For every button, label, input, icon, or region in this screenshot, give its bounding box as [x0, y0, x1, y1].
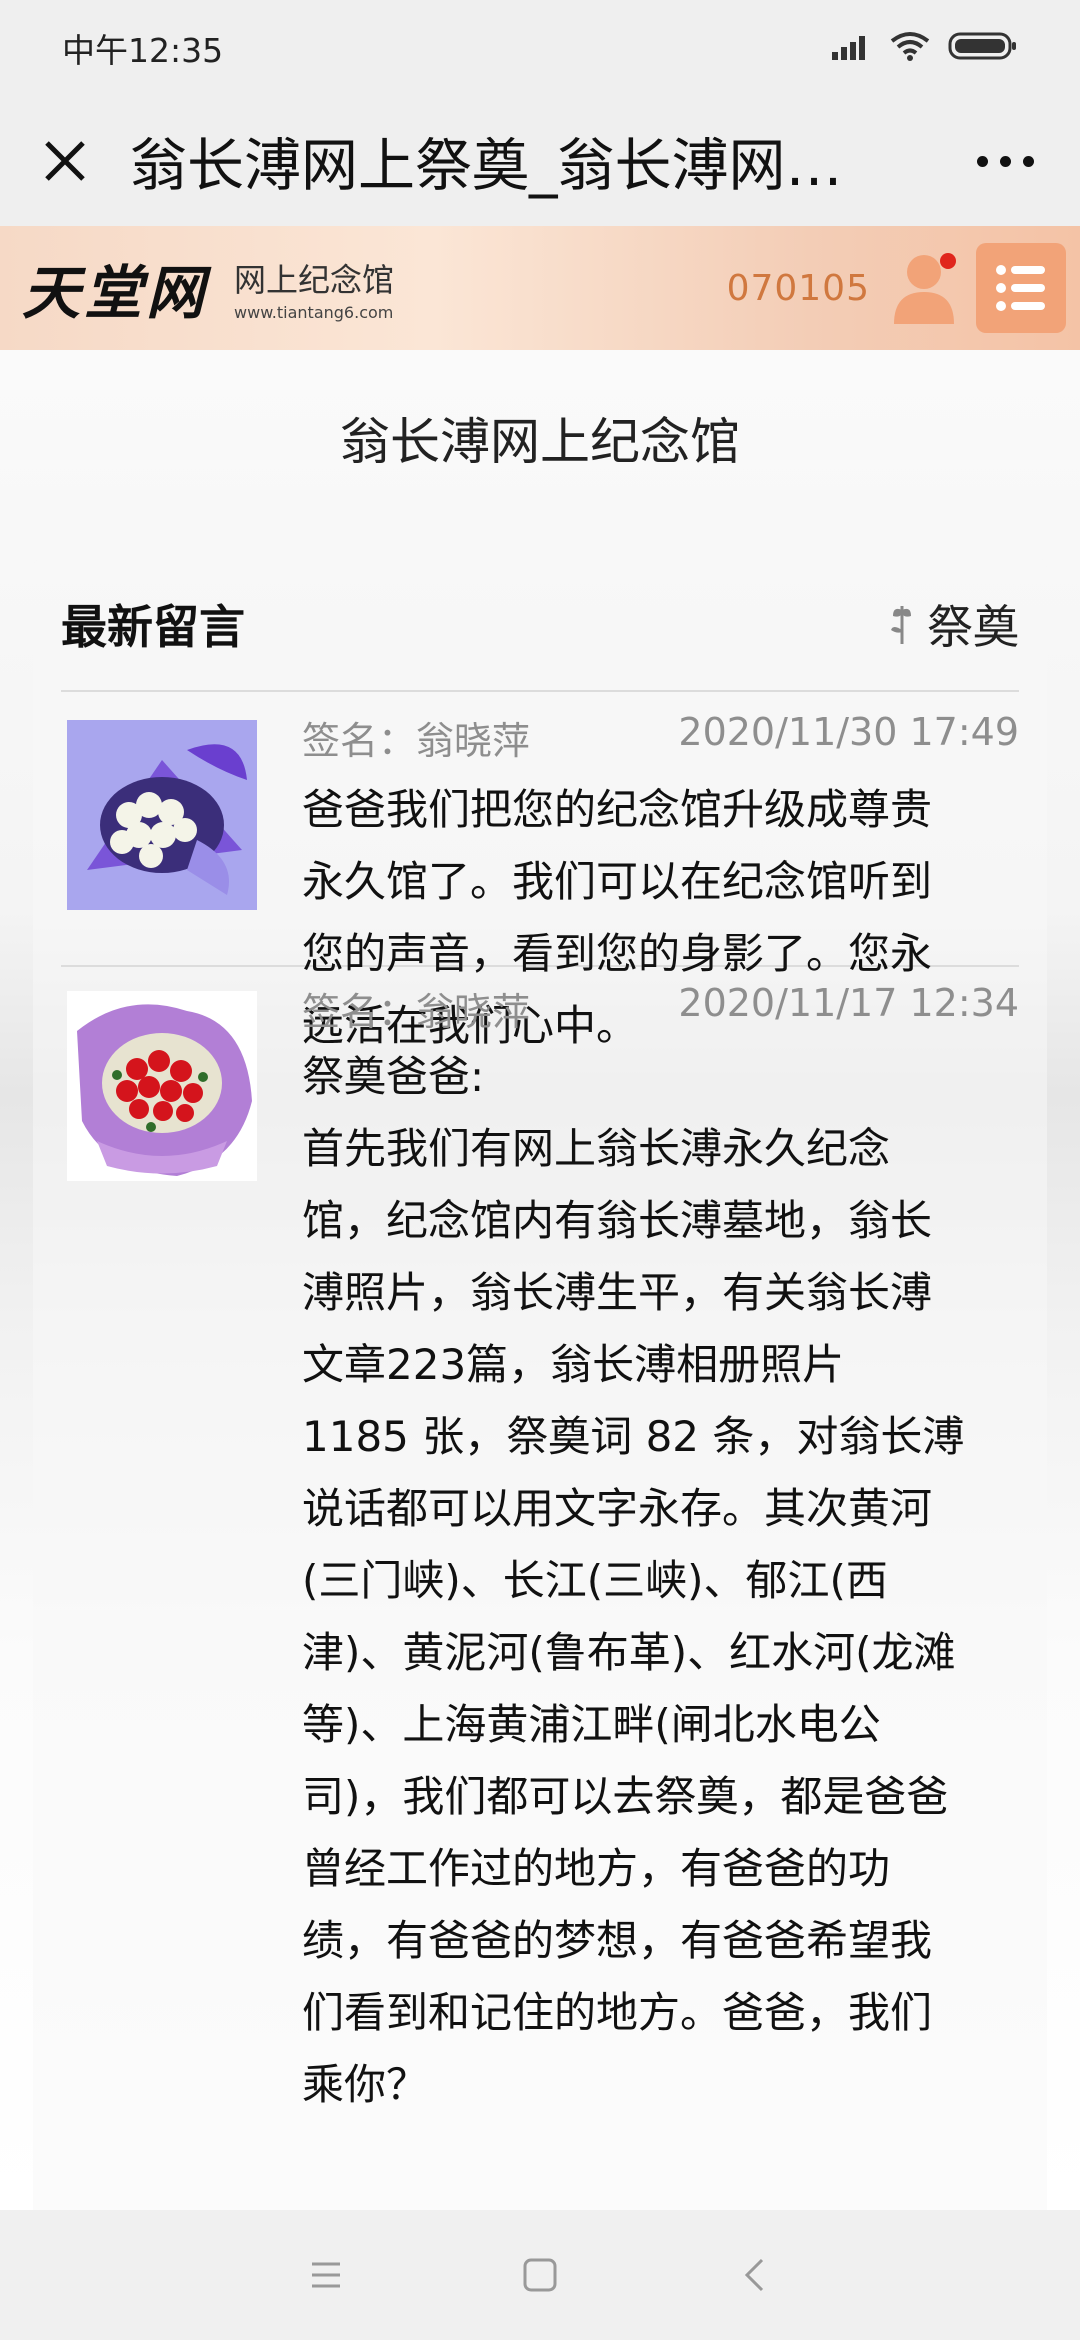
- logo-subtitle: 网上纪念馆: [234, 260, 395, 299]
- page-title: 翁长溥网上祭奠_翁长溥网…: [130, 133, 843, 199]
- nav-menu-button[interactable]: [294, 2243, 358, 2307]
- message-date: 2020/11/30 17:49: [678, 710, 1019, 754]
- list-item: 签名： 翁晓萍 2020/11/30 17:49 爸爸我们把您的纪念馆升级成尊贵…: [61, 690, 1019, 1050]
- messages-heading: 最新留言: [61, 600, 245, 654]
- notification-dot: [940, 253, 956, 269]
- messages-header: 最新留言 祭奠: [61, 558, 1019, 692]
- nav-back-button[interactable]: [722, 2243, 786, 2307]
- page-content: 翁长溥网上纪念馆 最新留言 祭奠 签名： 翁晓萍 2020/11/30 17:4…: [0, 350, 1080, 2210]
- signature-label: 签名：: [302, 990, 417, 1034]
- tribute-label: 祭奠: [927, 600, 1019, 654]
- signature-label: 签名：: [302, 719, 417, 763]
- menu-button[interactable]: [976, 243, 1066, 333]
- tribute-flower-icon: [891, 606, 911, 644]
- message-date: 2020/11/17 12:34: [678, 981, 1019, 1025]
- red-rose-bouquet-image: [67, 991, 257, 1181]
- nav-back-icon: [744, 2258, 764, 2292]
- signature-name: 翁晓萍: [416, 719, 531, 763]
- close-button[interactable]: [0, 96, 130, 226]
- site-logo[interactable]: 天堂网: [22, 246, 208, 330]
- logo-url: www.tiantang6.com: [234, 302, 394, 322]
- user-button[interactable]: [888, 243, 960, 333]
- signature-name: 翁晓萍: [416, 990, 531, 1034]
- status-bar: 中午12:35: [0, 0, 1080, 96]
- memorial-title: 翁长溥网上纪念馆: [340, 413, 740, 471]
- close-icon: [45, 141, 85, 181]
- wifi-icon: [890, 31, 930, 65]
- menu-icon: [996, 265, 1045, 311]
- battery-icon: [948, 31, 1018, 65]
- system-nav-bar: [0, 2210, 1080, 2340]
- signature: 签名： 翁晓萍: [302, 710, 530, 765]
- status-icons: [832, 31, 1018, 65]
- nav-home-button[interactable]: [508, 2243, 572, 2307]
- message-text: 祭奠爸爸: 首先我们有网上翁长溥永久纪念 馆，纪念馆内有翁长溥墓地，翁长 溥照片…: [302, 1052, 965, 2109]
- title-bar: 翁长溥网上祭奠_翁长溥网…: [0, 96, 1080, 226]
- messages-card: 最新留言 祭奠 签名： 翁晓萍 2020/11/30 17:49 爸爸我们把您的…: [33, 558, 1047, 2210]
- site-header: 天堂网 网上纪念馆 www.tiantang6.com 070105: [0, 226, 1080, 350]
- signature: 签名： 翁晓萍: [302, 981, 530, 1036]
- status-time: 中午12:35: [62, 31, 224, 70]
- more-button[interactable]: [930, 96, 1080, 226]
- nav-home-icon: [523, 2258, 557, 2292]
- more-icon: [976, 155, 988, 167]
- signal-icon: [832, 32, 872, 64]
- visitor-count: 070105: [726, 267, 870, 309]
- tribute-button[interactable]: 祭奠: [887, 591, 1019, 657]
- logo-sub: 网上纪念馆 www.tiantang6.com: [234, 255, 394, 322]
- list-item: 签名： 翁晓萍 2020/11/17 12:34 祭奠爸爸: 首先我们有网上翁长…: [61, 967, 1019, 2210]
- message-meta: 签名： 翁晓萍 2020/11/30 17:49: [302, 710, 1019, 765]
- white-rose-bouquet-image: [67, 720, 257, 910]
- message-meta: 签名： 翁晓萍 2020/11/17 12:34: [302, 981, 1019, 1036]
- nav-menu-icon: [312, 2262, 340, 2288]
